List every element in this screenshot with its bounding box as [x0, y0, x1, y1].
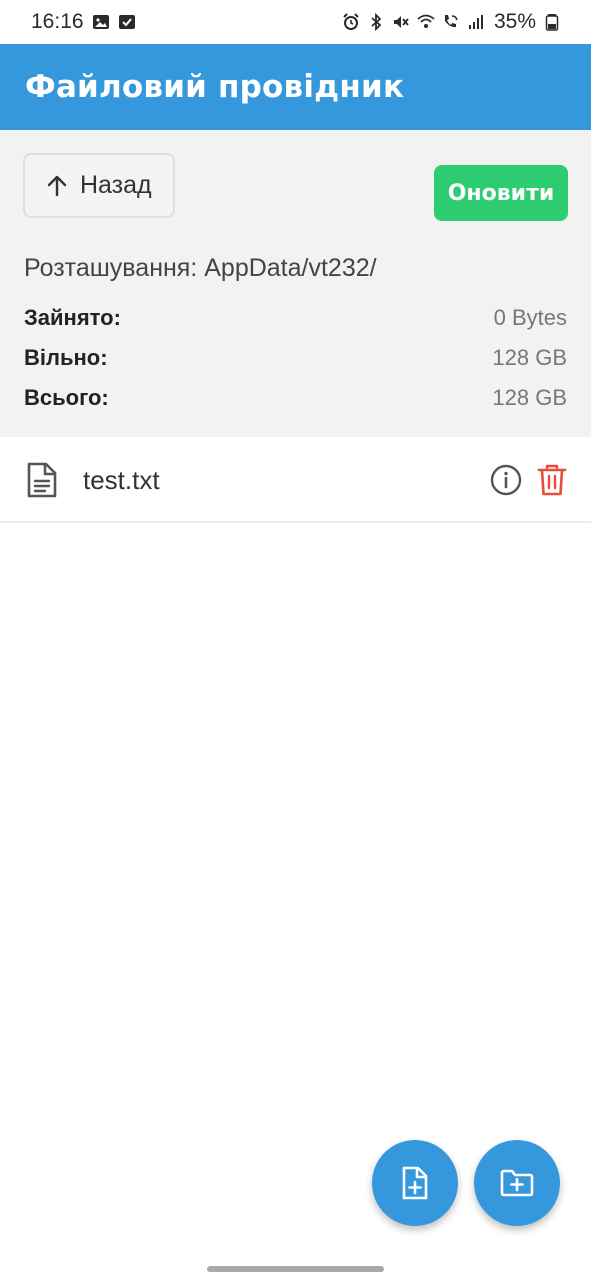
back-button[interactable]: Назад: [23, 153, 175, 218]
stat-total-row: Всього: 128 GB: [24, 383, 567, 413]
signal-icon: [467, 13, 485, 31]
stat-used-value: 0 Bytes: [493, 305, 567, 330]
alarm-icon: [342, 13, 360, 31]
stat-free-row: Вільно: 128 GB: [24, 343, 567, 373]
mute-icon: [392, 13, 410, 31]
trash-icon[interactable]: [535, 462, 569, 498]
app-bar: Файловий провідник: [0, 44, 591, 130]
battery-percent: 35%: [493, 10, 536, 33]
document-icon: [25, 461, 59, 499]
file-plus-icon: [402, 1166, 428, 1200]
wifi-icon: [417, 13, 435, 31]
wifi-call-icon: [442, 13, 460, 31]
checkbox-icon: [118, 13, 136, 31]
arrow-up-icon: [47, 175, 67, 196]
stat-free-label: Вільно:: [24, 345, 108, 370]
status-bar: 16:16 35%: [0, 0, 591, 44]
stat-free-value: 128 GB: [492, 345, 567, 370]
battery-icon: [543, 13, 561, 31]
status-time: 16:16: [31, 10, 84, 33]
image-icon: [92, 13, 110, 31]
status-right: 35%: [342, 10, 561, 34]
app-title: Файловий провідник: [25, 69, 405, 105]
back-button-label: Назад: [80, 171, 152, 199]
file-name: test.txt: [83, 465, 160, 495]
bluetooth-icon: [367, 13, 385, 31]
file-list-item[interactable]: test.txt: [0, 437, 591, 523]
stat-total-value: 128 GB: [492, 385, 567, 410]
refresh-button[interactable]: Оновити: [434, 165, 568, 221]
info-icon[interactable]: [488, 462, 524, 498]
folder-plus-icon: [500, 1169, 534, 1197]
new-file-button[interactable]: [372, 1140, 458, 1226]
stat-used-row: Зайнято: 0 Bytes: [24, 303, 567, 333]
home-indicator[interactable]: [207, 1266, 384, 1272]
status-left: 16:16: [31, 10, 136, 34]
new-folder-button[interactable]: [474, 1140, 560, 1226]
stat-total-label: Всього:: [24, 385, 109, 410]
info-panel: Назад Оновити Розташування: AppData/vt23…: [0, 130, 591, 437]
location-path: Розташування: AppData/vt232/: [24, 254, 377, 282]
stat-used-label: Зайнято:: [24, 305, 121, 330]
